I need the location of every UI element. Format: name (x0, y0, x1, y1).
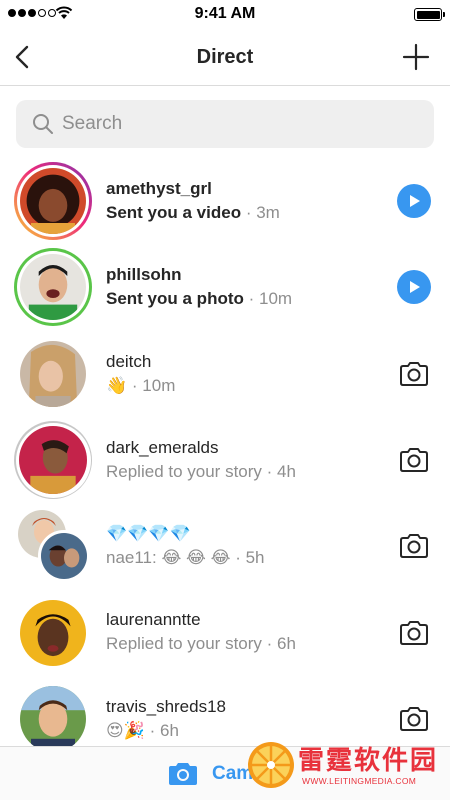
play-button[interactable] (397, 184, 431, 219)
thread-timestamp: · 3m (241, 203, 280, 222)
thread-username: phillsohn (106, 265, 182, 285)
status-time: 9:41 AM (194, 5, 256, 22)
thread-username: deitch (106, 351, 152, 371)
camera-icon[interactable] (398, 704, 430, 734)
avatar (19, 426, 87, 495)
thread-username: laurenanntte (106, 610, 201, 630)
camera-icon (169, 763, 197, 785)
thread-timestamp: · 10m (243, 289, 293, 309)
play-icon (410, 195, 420, 208)
status-bar: 9:41 AM (0, 0, 450, 28)
thread-preview: Sent you a video · 3m (106, 203, 280, 222)
camera-button[interactable]: Cam (168, 761, 253, 787)
thread-item[interactable]: 💎💎💎💎 nae11: 😂 😂 😂 · 5h (0, 503, 450, 589)
thread-preview: 😍🎉 · 6h (106, 720, 179, 740)
thread-list: amethyst_grl Sent you a video · 3m phill… (0, 158, 450, 762)
group-avatar[interactable] (18, 510, 90, 583)
thread-item[interactable]: deitch 👋 · 10m (0, 331, 450, 417)
thread-username: amethyst_grl (106, 179, 212, 198)
camera-icon[interactable] (398, 531, 430, 561)
thread-item[interactable]: laurenanntte Replied to your story · 6h (0, 589, 450, 675)
camera-icon[interactable] (398, 359, 430, 389)
play-button[interactable] (397, 270, 431, 305)
avatar (20, 254, 86, 321)
thread-preview: Replied to your story · 4h (106, 461, 296, 481)
thread-preview: Sent you a photo · 10m (106, 289, 293, 309)
thread-timestamp: · 6h (261, 634, 296, 654)
avatar (20, 168, 86, 235)
thread-timestamp: · 10m (127, 375, 176, 395)
thread-preview: 👋 · 10m (106, 375, 176, 395)
new-message-plus-icon[interactable] (402, 43, 430, 71)
battery-icon (414, 8, 445, 21)
thread-item[interactable]: dark_emeralds Replied to your story · 4h (0, 417, 450, 503)
thread-item[interactable]: phillsohn Sent you a photo · 10m (0, 244, 450, 330)
header: Direct (0, 28, 450, 86)
thread-preview: nae11: 😂 😂 😂 · 5h (106, 548, 265, 568)
avatar[interactable] (20, 599, 86, 666)
thread-timestamp: · 5h (230, 548, 265, 568)
story-ring[interactable] (14, 248, 92, 327)
thread-username: dark_emeralds (106, 437, 219, 457)
search-input[interactable] (62, 113, 402, 135)
play-icon (410, 281, 420, 294)
search-icon (33, 114, 53, 134)
thread-item[interactable]: amethyst_grl Sent you a video · 3m (0, 158, 450, 244)
thread-preview: Replied to your story · 6h (106, 634, 296, 654)
story-ring[interactable] (14, 162, 92, 241)
story-ring[interactable] (14, 421, 92, 500)
thread-username: 💎💎💎💎 (106, 524, 191, 544)
thread-username: travis_shreds18 (106, 696, 227, 716)
camera-icon[interactable] (398, 445, 430, 475)
page-title: Direct (196, 46, 254, 68)
watermark-url: WWW.LEITINGMEDIA.COM (302, 776, 417, 786)
orange-slice-logo-icon (248, 742, 294, 788)
watermark-brand: 雷霆软件园 (298, 746, 439, 776)
search-bar[interactable] (16, 100, 434, 148)
thread-timestamp: · 6h (144, 720, 179, 740)
thread-timestamp: · 4h (261, 461, 296, 481)
avatar[interactable] (20, 685, 86, 752)
avatar (38, 530, 90, 583)
watermark: 雷霆软件园 WWW.LEITINGMEDIA.COM (246, 738, 446, 796)
camera-icon[interactable] (398, 618, 430, 648)
avatar[interactable] (20, 340, 86, 407)
